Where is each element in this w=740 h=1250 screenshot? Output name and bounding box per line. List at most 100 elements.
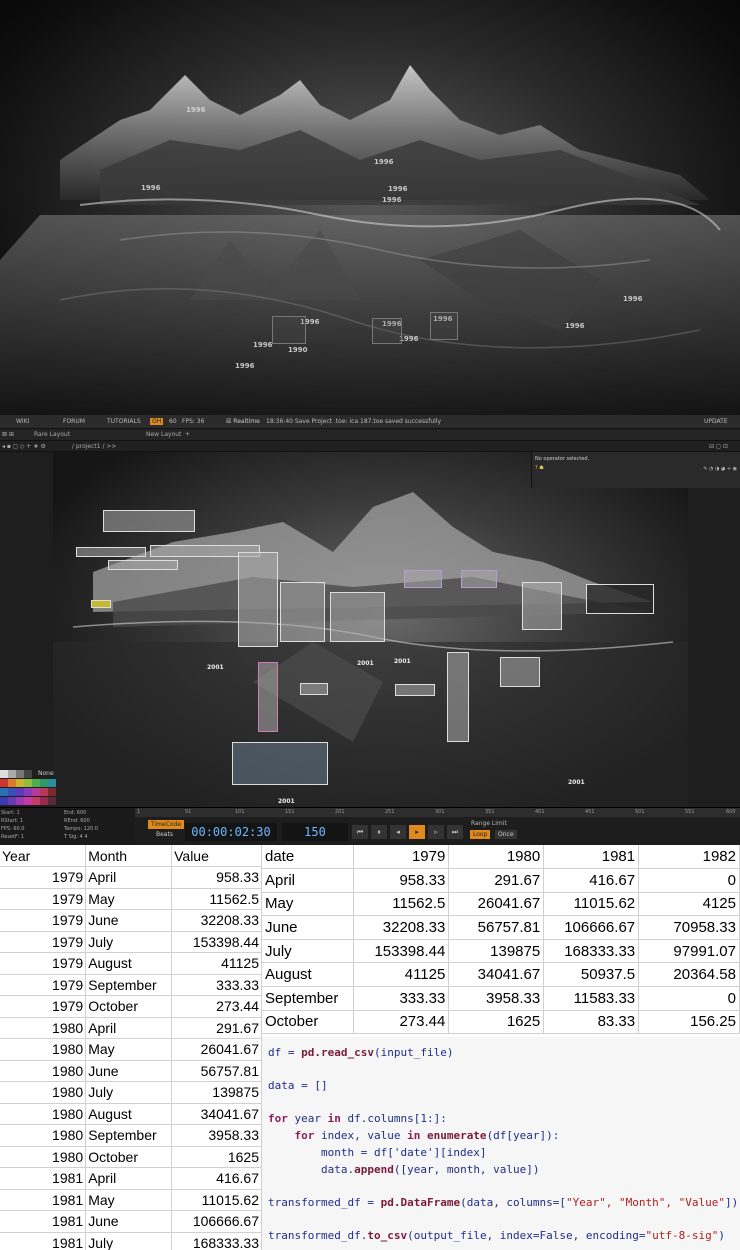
network-node-container[interactable] bbox=[232, 742, 328, 785]
table-cell[interactable]: 106666.67 bbox=[171, 1210, 262, 1233]
table-cell[interactable]: October bbox=[262, 1010, 355, 1035]
swatch[interactable] bbox=[0, 788, 8, 796]
swatch[interactable] bbox=[24, 770, 32, 778]
network-node[interactable] bbox=[330, 592, 385, 642]
table-cell[interactable]: 333.33 bbox=[171, 974, 262, 996]
table-cell[interactable]: 1979 bbox=[0, 909, 87, 932]
swatch[interactable] bbox=[0, 770, 8, 778]
table-cell[interactable]: 41125 bbox=[171, 952, 262, 975]
step-back-icon[interactable]: ◂ bbox=[390, 825, 406, 839]
table-cell[interactable]: October bbox=[85, 995, 173, 1018]
swatch[interactable] bbox=[16, 779, 24, 787]
table-cell[interactable]: August bbox=[85, 952, 173, 975]
table-cell[interactable]: 34041.67 bbox=[171, 1103, 262, 1125]
table-cell[interactable]: 139875 bbox=[171, 1081, 262, 1104]
table-cell[interactable]: 1981 bbox=[0, 1210, 87, 1233]
table-cell[interactable]: September bbox=[85, 1124, 173, 1147]
table-cell[interactable]: 1980 bbox=[0, 1038, 87, 1061]
swatch[interactable] bbox=[40, 788, 48, 796]
swatch[interactable] bbox=[8, 779, 16, 787]
network-node[interactable] bbox=[447, 652, 469, 742]
network-node[interactable] bbox=[404, 570, 442, 588]
stat-end[interactable]: End: 600 bbox=[64, 810, 86, 816]
table-cell[interactable]: 11015.62 bbox=[543, 892, 640, 917]
timecode-display[interactable]: 00:00:02:30 bbox=[185, 823, 277, 841]
stat-tsig[interactable]: T Sig: 4 4 bbox=[64, 834, 88, 840]
table-cell[interactable]: July bbox=[85, 1081, 173, 1104]
beats-button[interactable]: Beats bbox=[153, 830, 176, 839]
column-header[interactable]: Year bbox=[0, 845, 87, 867]
pane-icons[interactable]: ⊟ ◻ ⊡ bbox=[709, 443, 728, 450]
network-node[interactable] bbox=[300, 683, 328, 695]
table-cell[interactable]: 83.33 bbox=[543, 1010, 640, 1035]
table-cell[interactable]: 273.44 bbox=[171, 995, 262, 1018]
stat-rend[interactable]: REnd: 600 bbox=[64, 818, 90, 824]
table-cell[interactable]: 3958.33 bbox=[171, 1124, 262, 1147]
table-cell[interactable]: 26041.67 bbox=[171, 1038, 262, 1061]
swatch[interactable] bbox=[32, 788, 40, 796]
realtime-toggle[interactable]: ☒ Realtime bbox=[226, 418, 260, 425]
menu-wiki[interactable]: WIKI bbox=[16, 418, 29, 425]
table-cell[interactable]: April bbox=[85, 1167, 173, 1190]
swatch[interactable] bbox=[16, 788, 24, 796]
swatch[interactable] bbox=[24, 788, 32, 796]
table-cell[interactable]: September bbox=[85, 974, 173, 996]
table-cell[interactable]: 11015.62 bbox=[171, 1189, 262, 1211]
table-cell[interactable]: June bbox=[85, 1210, 173, 1233]
add-layout-icon[interactable]: + bbox=[185, 431, 190, 438]
stat-rstart[interactable]: RStart: 1 bbox=[1, 818, 23, 824]
stat-start[interactable]: Start: 1 bbox=[1, 810, 20, 816]
swatch[interactable] bbox=[40, 797, 48, 805]
table-cell[interactable]: April bbox=[262, 868, 355, 893]
end-icon[interactable]: ⏭ bbox=[447, 825, 463, 839]
table-cell[interactable]: 1980 bbox=[0, 1103, 87, 1125]
swatch[interactable] bbox=[48, 788, 56, 796]
table-cell[interactable]: 34041.67 bbox=[448, 962, 545, 988]
table-cell[interactable]: 958.33 bbox=[353, 868, 450, 893]
table-cell[interactable]: August bbox=[262, 962, 355, 988]
network-node[interactable] bbox=[395, 684, 435, 696]
swatch[interactable] bbox=[8, 788, 16, 796]
table-cell[interactable]: 1980 bbox=[0, 1081, 87, 1104]
table-cell[interactable]: 56757.81 bbox=[171, 1060, 262, 1082]
network-node[interactable] bbox=[258, 662, 278, 732]
swatch[interactable] bbox=[8, 770, 16, 778]
table-cell[interactable]: June bbox=[262, 915, 355, 940]
table-cell[interactable]: July bbox=[262, 939, 355, 964]
column-header[interactable]: 1982 bbox=[638, 845, 740, 870]
table-cell[interactable]: 1981 bbox=[0, 1232, 87, 1250]
stat-fps[interactable]: FPS: 60.0 bbox=[1, 826, 24, 832]
layout-icon[interactable]: ⊠ ⊞ bbox=[2, 431, 14, 438]
table-cell[interactable]: 26041.67 bbox=[448, 892, 545, 917]
table-cell[interactable]: 168333.33 bbox=[543, 939, 640, 964]
network-node[interactable] bbox=[91, 600, 111, 608]
menu-forum[interactable]: FORUM bbox=[63, 418, 85, 425]
table-cell[interactable]: 153398.44 bbox=[353, 939, 450, 964]
table-cell[interactable]: April bbox=[85, 1017, 173, 1039]
table-cell[interactable]: 56757.81 bbox=[448, 915, 545, 940]
column-header[interactable]: 1981 bbox=[543, 845, 640, 870]
table-cell[interactable]: September bbox=[262, 986, 355, 1011]
table-cell[interactable]: 1981 bbox=[0, 1189, 87, 1211]
table-cell[interactable]: May bbox=[262, 892, 355, 917]
swatch[interactable] bbox=[24, 797, 32, 805]
table-cell[interactable]: 1979 bbox=[0, 995, 87, 1018]
table-cell[interactable]: 1625 bbox=[171, 1146, 262, 1168]
step-forward-icon[interactable]: ▹ bbox=[428, 825, 444, 839]
update-button[interactable]: UPDATE bbox=[704, 418, 728, 425]
column-header[interactable]: Value bbox=[171, 845, 262, 867]
table-cell[interactable]: July bbox=[85, 931, 173, 953]
table-cell[interactable]: 106666.67 bbox=[543, 915, 640, 940]
table-cell[interactable]: 291.67 bbox=[448, 868, 545, 893]
table-cell[interactable]: April bbox=[85, 866, 173, 889]
stat-resetf[interactable]: ResetF: 1 bbox=[1, 834, 24, 840]
layout-tab-new[interactable]: New Layout bbox=[146, 431, 181, 438]
table-cell[interactable]: August bbox=[85, 1103, 173, 1125]
network-path[interactable]: / project1 / >> bbox=[72, 443, 116, 450]
swatch[interactable] bbox=[40, 779, 48, 787]
once-button[interactable]: Once bbox=[495, 830, 517, 839]
pause-icon[interactable]: ⏸ bbox=[371, 825, 387, 839]
table-cell[interactable]: 1980 bbox=[0, 1017, 87, 1039]
table-cell[interactable]: 11562.5 bbox=[353, 892, 450, 917]
network-node[interactable] bbox=[522, 582, 562, 630]
